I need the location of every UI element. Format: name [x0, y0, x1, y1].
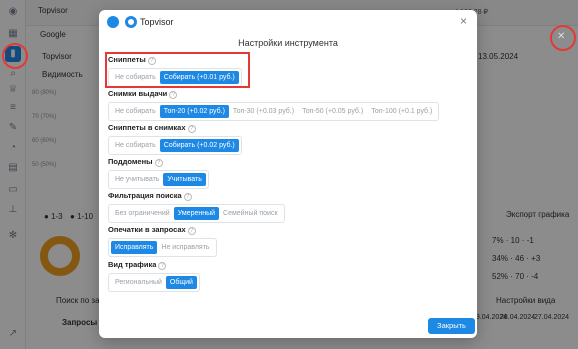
highlight-chart-icon — [2, 43, 28, 69]
segmented-control: Не собирать Собирать (+0.02 руб.) — [108, 136, 242, 155]
section-label: Поддомены — [108, 157, 153, 166]
close-button[interactable]: Закрыть — [428, 318, 475, 334]
option-selected[interactable]: Исправлять — [111, 241, 158, 254]
option-selected[interactable]: Общий — [165, 276, 197, 289]
option-selected[interactable]: Собирать (+0.02 руб.) — [159, 139, 239, 152]
topvisor-logo-icon — [125, 16, 137, 28]
option[interactable]: Не учитывать — [111, 173, 163, 186]
segmented-control: Региональный Общий — [108, 273, 200, 292]
close-icon[interactable]: × — [460, 15, 467, 27]
segmented-control: Исправлять Не исправлять — [108, 238, 217, 257]
highlight-snippets-section — [105, 52, 250, 88]
segmented-control: Не учитывать Учитывать — [108, 170, 209, 189]
section-label: Снимки выдачи — [108, 89, 168, 98]
menu-icon[interactable] — [107, 16, 119, 28]
section-traffic-type: Вид трафика? Региональный Общий — [108, 260, 200, 292]
section-label: Сниппеты в снимках — [108, 123, 186, 132]
section-typos: Опечатки в запросах? Исправлять Не испра… — [108, 225, 217, 257]
option-selected[interactable]: Умеренный — [173, 207, 220, 220]
option[interactable]: Топ-50 (+0.05 руб.) — [298, 105, 367, 118]
section-label: Опечатки в запросах — [108, 225, 186, 234]
modal-brand: Topvisor — [140, 17, 174, 27]
option-selected[interactable]: Учитывать — [163, 173, 206, 186]
option[interactable]: Не собирать — [111, 105, 160, 118]
option[interactable]: Топ-30 (+0.03 руб.) — [229, 105, 298, 118]
modal-title: Настройки инструмента — [238, 38, 338, 48]
modal-header: Topvisor × — [99, 10, 477, 34]
segmented-control: Без ограничений Умеренный Семейный поиск — [108, 204, 285, 223]
option-selected[interactable]: Топ-20 (+0.02 руб.) — [159, 105, 229, 118]
tools-icon[interactable]: ✕ — [557, 31, 565, 42]
section-snapshot-snippets: Сниппеты в снимках? Не собирать Собирать… — [108, 123, 242, 155]
option[interactable]: Семейный поиск — [219, 207, 281, 220]
section-label: Вид трафика — [108, 260, 157, 269]
section-serp-snapshots: Снимки выдачи? Не собирать Топ-20 (+0.02… — [108, 89, 440, 121]
help-icon[interactable]: ? — [187, 125, 196, 133]
help-icon[interactable]: ? — [187, 227, 196, 235]
option[interactable]: Не собирать — [111, 139, 160, 152]
segmented-control: Не собирать Топ-20 (+0.02 руб.) Топ-30 (… — [108, 102, 440, 121]
section-search-filter: Фильтрация поиска? Без ограничений Умере… — [108, 191, 285, 223]
option[interactable]: Топ-100 (+0.1 руб.) — [367, 105, 436, 118]
option[interactable]: Региональный — [111, 276, 166, 289]
help-icon[interactable]: ? — [183, 193, 192, 201]
help-icon[interactable]: ? — [169, 91, 178, 99]
option[interactable]: Не исправлять — [157, 241, 213, 254]
section-label: Фильтрация поиска — [108, 191, 182, 200]
section-subdomains: Поддомены? Не учитывать Учитывать — [108, 157, 209, 189]
option[interactable]: Без ограничений — [111, 207, 174, 220]
help-icon[interactable]: ? — [158, 262, 167, 270]
help-icon[interactable]: ? — [154, 159, 163, 167]
